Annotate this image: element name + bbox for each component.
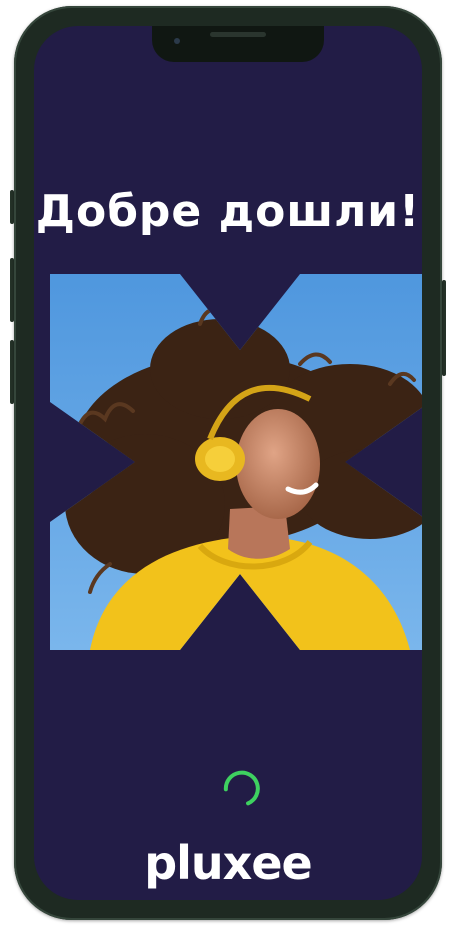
earpiece-speaker — [210, 32, 266, 37]
power-button — [442, 280, 446, 376]
notch — [152, 26, 324, 62]
front-camera-icon — [174, 38, 180, 44]
loading-spinner-icon — [223, 770, 260, 806]
welcome-title: Добре дошли! — [35, 186, 421, 237]
splash-screen: Добре дошли! pluxee — [34, 26, 422, 900]
device-canvas: Добре дошли! pluxee — [0, 0, 455, 925]
hero-image — [50, 274, 422, 650]
pluxee-logo: pluxee — [144, 836, 313, 890]
